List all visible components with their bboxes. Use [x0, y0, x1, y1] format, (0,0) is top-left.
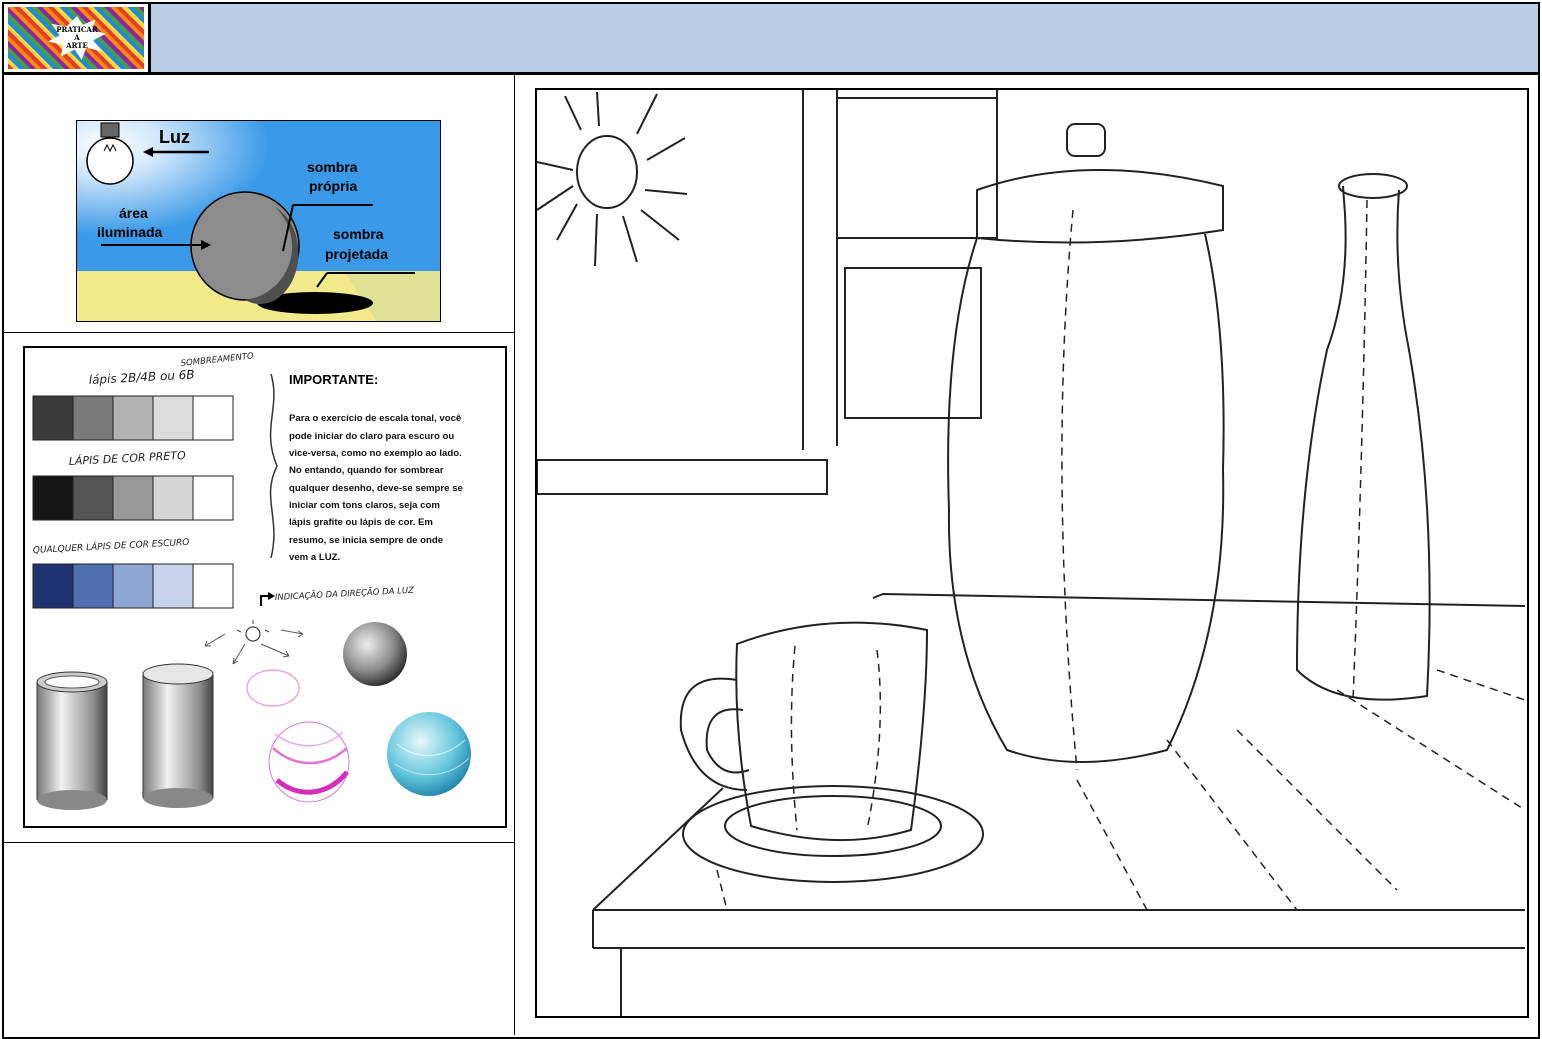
pink-striped-sphere: [268, 721, 350, 803]
sun-icon: [537, 91, 688, 267]
cup: [679, 621, 929, 842]
note-line: No entando, quando for sombrear: [289, 465, 444, 476]
logo-text: PRATICAR A ARTE: [56, 25, 98, 50]
tonal-scale-graphite: [32, 395, 234, 441]
table: [592, 592, 1526, 1016]
logo-cell: PRATICAR A ARTE: [4, 4, 151, 72]
row-divider-1: [4, 332, 514, 333]
shading-sheet-svg: SOMBREAMENTO lápis 2B/4B ou 6B LÁPIS DE …: [32, 351, 471, 810]
tone-swatch: [152, 475, 194, 521]
note-line: lápis grafite ou lápis de cor. Em: [289, 517, 433, 528]
note-line: pode iniciar do claro para escuro ou: [289, 431, 454, 442]
still-life-svg: [537, 90, 1526, 1016]
tone-swatch: [192, 475, 234, 521]
lit-area-label-2: iluminada: [97, 224, 163, 240]
tone-swatch: [32, 563, 74, 609]
tone-swatch: [72, 475, 114, 521]
bottle: [1295, 173, 1431, 701]
note-line: qualquer desenho, deve-se sempre se: [289, 483, 463, 494]
scale-3-label: QUALQUER LÁPIS DE COR ESCURO: [33, 536, 190, 556]
note-line: vem a LUZ.: [289, 552, 340, 563]
blue-sphere: [387, 712, 471, 796]
still-life-drawing: [535, 88, 1529, 1018]
cast-shadow-label-1: sombra: [333, 226, 384, 242]
logo: PRATICAR A ARTE: [8, 7, 144, 69]
shaded-open-cylinder: [36, 671, 108, 810]
window: [537, 90, 998, 495]
tone-swatch: [72, 395, 114, 441]
scale-2-label: LÁPIS DE COR PRETO: [68, 449, 186, 468]
light-label: Luz: [159, 127, 190, 147]
light-shadow-svg: Luz área iluminada sombra própria sombra…: [77, 121, 440, 321]
light-direction-label: INDICAÇÃO DA DIREÇÃO DA LUZ: [275, 585, 415, 603]
graphite-sphere: [343, 622, 407, 686]
tone-swatch: [72, 563, 114, 609]
note-line: iniciar com tons claros, seja com: [289, 500, 440, 511]
note-title: IMPORTANTE:: [289, 372, 378, 387]
scale-1-label: lápis 2B/4B ou 6B: [88, 367, 195, 387]
cast-shadow-label-2: projetada: [325, 246, 388, 262]
tone-swatch: [152, 395, 194, 441]
tonal-scale-black-pencil: [32, 475, 234, 521]
tone-swatch: [112, 475, 154, 521]
tone-swatch: [192, 395, 234, 441]
shading-heading: SOMBREAMENTO: [180, 351, 254, 369]
lit-area-label-1: área: [119, 205, 148, 221]
small-bulb-icon: [236, 620, 270, 642]
tone-swatch: [32, 475, 74, 521]
title-bar: [151, 4, 1538, 72]
jar: [947, 123, 1225, 771]
light-shadow-diagram: Luz área iluminada sombra própria sombra…: [76, 120, 441, 322]
row-divider-2: [4, 842, 514, 843]
saucer: [682, 785, 984, 883]
tonal-scale-colored-pencil: [32, 563, 234, 609]
own-shadow-label-1: sombra: [307, 159, 358, 175]
column-divider: [514, 75, 515, 1035]
note-line: Para o exercício de escala tonal, você: [289, 413, 461, 424]
pink-guide-ellipse: [246, 669, 300, 707]
tone-swatch: [192, 563, 234, 609]
tone-swatch: [32, 395, 74, 441]
brace: [269, 373, 278, 559]
own-shadow-label-2: própria: [309, 178, 357, 194]
note-line: resumo, se inicia sempre de onde: [289, 535, 443, 546]
header: PRATICAR A ARTE: [4, 4, 1538, 75]
note-line: vice-versa, como no exemplo ao lado.: [289, 448, 462, 459]
tone-swatch: [112, 395, 154, 441]
tone-swatch: [112, 563, 154, 609]
tone-swatch: [152, 563, 194, 609]
shaded-closed-cylinder: [142, 663, 214, 808]
shading-reference-sheet: SOMBREAMENTO lápis 2B/4B ou 6B LÁPIS DE …: [23, 346, 507, 828]
